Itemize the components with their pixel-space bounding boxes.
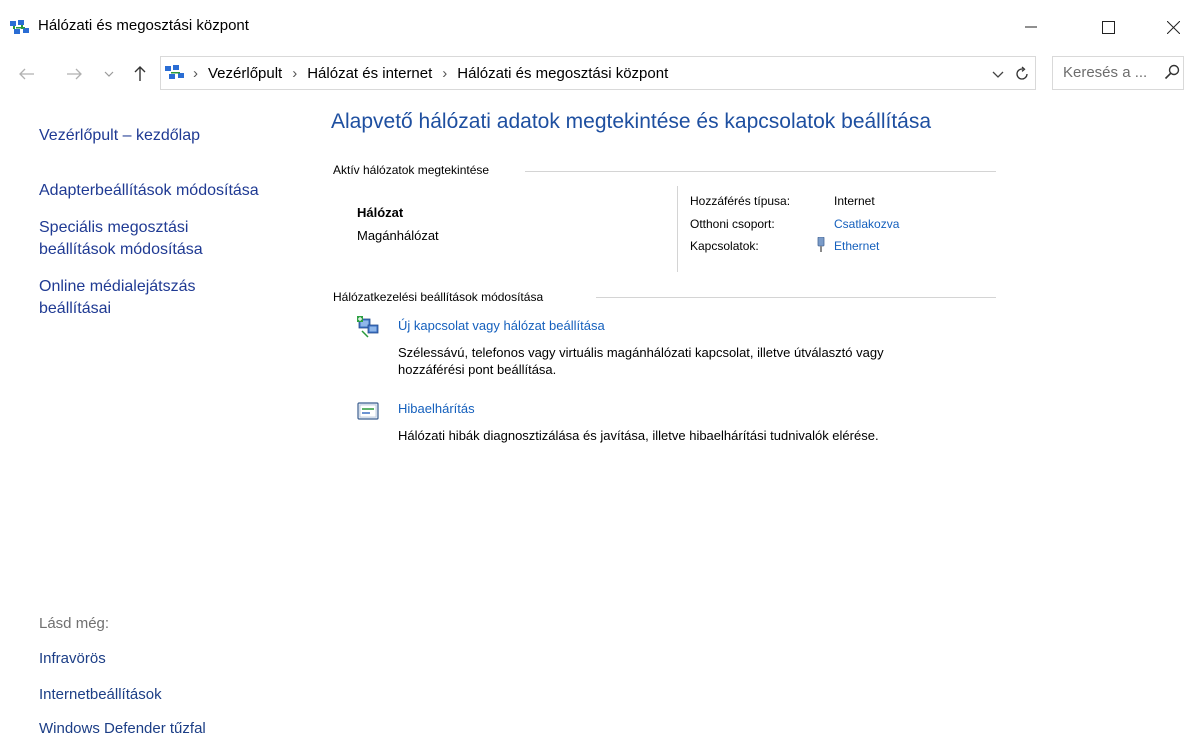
breadcrumb-separator-icon: ›	[193, 64, 198, 82]
advanced-sharing-line2: beállítások módosítása	[39, 241, 203, 258]
breadcrumb-item-network-internet[interactable]: Hálózat és internet	[307, 65, 432, 82]
refresh-icon	[1016, 66, 1028, 80]
minimize-button[interactable]	[1008, 12, 1054, 42]
forward-arrow-icon	[67, 68, 82, 80]
close-button[interactable]	[1150, 12, 1190, 42]
section-divider	[596, 297, 996, 298]
troubleshoot-icon	[357, 402, 379, 422]
network-center-app-icon	[10, 20, 30, 36]
connections-label: Kapcsolatok:	[690, 239, 759, 253]
recent-locations-button[interactable]	[101, 62, 117, 86]
up-button[interactable]	[130, 62, 150, 86]
see-also-internet-options-link[interactable]: Internetbeállítások	[39, 686, 162, 703]
up-arrow-icon	[134, 66, 146, 81]
address-history-dropdown[interactable]	[988, 62, 1008, 86]
breadcrumb-separator-icon: ›	[442, 64, 448, 82]
change-settings-section-label: Hálózatkezelési beállítások módosítása	[333, 290, 544, 304]
maximize-button[interactable]	[1085, 12, 1131, 42]
advanced-sharing-settings-link[interactable]: Speciális megosztási beállítások módosít…	[39, 217, 203, 261]
forward-button[interactable]	[63, 62, 85, 86]
new-connection-desc-line1: Szélessávú, telefonos vagy virtuális mag…	[398, 345, 884, 360]
see-also-firewall-link[interactable]: Windows Defender tűzfal	[39, 720, 206, 737]
breadcrumb-item-control-panel[interactable]: Vezérlőpult	[208, 65, 282, 82]
ethernet-icon	[816, 236, 826, 253]
active-networks-section-label: Aktív hálózatok megtekintése	[333, 163, 490, 177]
troubleshoot-desc-line1: Hálózati hibák diagnosztizálása és javít…	[398, 428, 879, 443]
homegroup-label: Otthoni csoport:	[690, 217, 775, 231]
section-divider	[525, 171, 996, 172]
back-button[interactable]	[16, 62, 38, 86]
media-streaming-line1: Online médialejátszás	[39, 278, 196, 295]
breadcrumb: › Vezérlőpult › Hálózat és internet › Há…	[165, 63, 668, 83]
media-streaming-line2: beállításai	[39, 300, 112, 317]
breadcrumb-item-network-sharing-center[interactable]: Hálózati és megosztási központ	[457, 65, 668, 82]
see-also-infrared-link[interactable]: Infravörös	[39, 650, 106, 667]
new-connection-icon	[356, 315, 380, 339]
network-info-divider	[677, 186, 678, 272]
chevron-down-icon	[992, 71, 1004, 78]
new-connection-description: Szélessávú, telefonos vagy virtuális mag…	[398, 344, 958, 378]
access-type-value: Internet	[834, 194, 875, 208]
breadcrumb-separator-icon: ›	[292, 64, 298, 82]
close-icon	[1166, 20, 1180, 34]
refresh-button[interactable]	[1012, 62, 1032, 86]
ethernet-connection-link[interactable]: Ethernet	[834, 239, 879, 253]
search-placeholder: Keresés a ...	[1063, 64, 1148, 81]
network-name: Hálózat	[357, 205, 404, 220]
new-connection-link[interactable]: Új kapcsolat vagy hálózat beállítása	[398, 318, 605, 333]
back-arrow-icon	[19, 68, 34, 80]
control-panel-home-link[interactable]: Vezérlőpult – kezdőlap	[39, 125, 200, 147]
breadcrumb-location-icon	[165, 65, 185, 81]
media-streaming-options-link[interactable]: Online médialejátszás beállításai	[39, 276, 196, 320]
advanced-sharing-line1: Speciális megosztási	[39, 219, 189, 236]
see-also-label: Lásd még:	[39, 615, 110, 632]
troubleshoot-link[interactable]: Hibaelhárítás	[398, 401, 475, 416]
search-icon[interactable]	[1164, 64, 1182, 82]
maximize-icon	[1101, 20, 1115, 34]
access-type-label: Hozzáférés típusa:	[690, 194, 791, 208]
homegroup-joined-link[interactable]: Csatlakozva	[834, 217, 899, 231]
network-type: Magánhálózat	[357, 228, 439, 243]
change-adapter-settings-link[interactable]: Adapterbeállítások módosítása	[39, 180, 259, 202]
new-connection-desc-line2: hozzáférési pont beállítása.	[398, 362, 557, 377]
page-title: Alapvető hálózati adatok megtekintése és…	[331, 110, 932, 133]
minimize-icon	[1025, 26, 1037, 28]
troubleshoot-description: Hálózati hibák diagnosztizálása és javít…	[398, 427, 958, 444]
chevron-down-icon	[104, 71, 114, 77]
window-title: Hálózati és megosztási központ	[38, 17, 249, 34]
